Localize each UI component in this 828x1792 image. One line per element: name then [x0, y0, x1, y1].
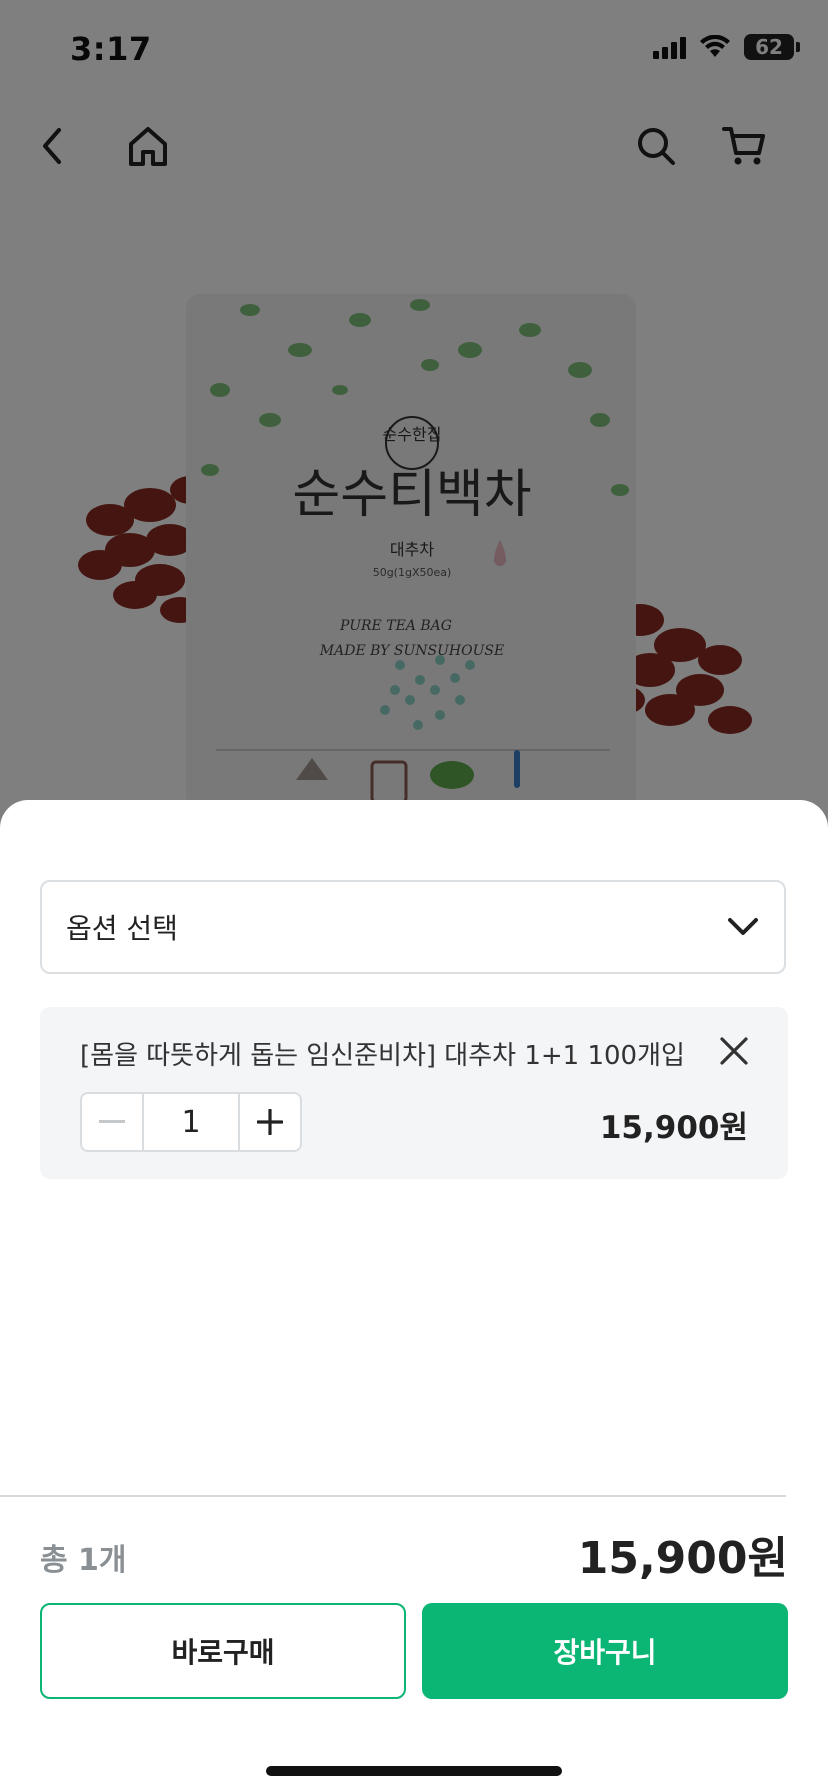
chevron-down-icon	[728, 918, 758, 935]
option-select-label: 옵션 선택	[66, 912, 178, 945]
increase-quantity-button[interactable]	[240, 1094, 300, 1150]
buy-now-button[interactable]: 바로구매	[40, 1603, 406, 1699]
close-icon	[720, 1037, 748, 1065]
selected-item-name: [몸을 따뜻하게 돕는 임신준비차] 대추차 1+1 100개입	[80, 1041, 685, 1071]
divider	[0, 1495, 786, 1497]
option-select-dropdown[interactable]: 옵션 선택	[40, 880, 786, 974]
quantity-value[interactable]: 1	[142, 1094, 240, 1150]
option-bottom-sheet: 옵션 선택 [몸을 따뜻하게 돕는 임신준비차] 대추차 1+1 100개입 1	[0, 800, 828, 1792]
selected-item-price: 15,900원	[599, 1110, 748, 1146]
home-indicator	[266, 1766, 562, 1776]
decrease-quantity-button[interactable]	[82, 1094, 142, 1150]
total-count-label: 총 1개	[40, 1543, 127, 1578]
quantity-stepper: 1	[80, 1092, 302, 1152]
selected-option-item: [몸을 따뜻하게 돕는 임신준비차] 대추차 1+1 100개입 1 15,90…	[40, 1007, 788, 1179]
plus-icon	[257, 1109, 283, 1135]
add-to-cart-button[interactable]: 장바구니	[422, 1603, 788, 1699]
total-price: 15,900원	[577, 1533, 788, 1584]
minus-icon	[99, 1120, 125, 1123]
remove-item-button[interactable]	[716, 1033, 752, 1069]
